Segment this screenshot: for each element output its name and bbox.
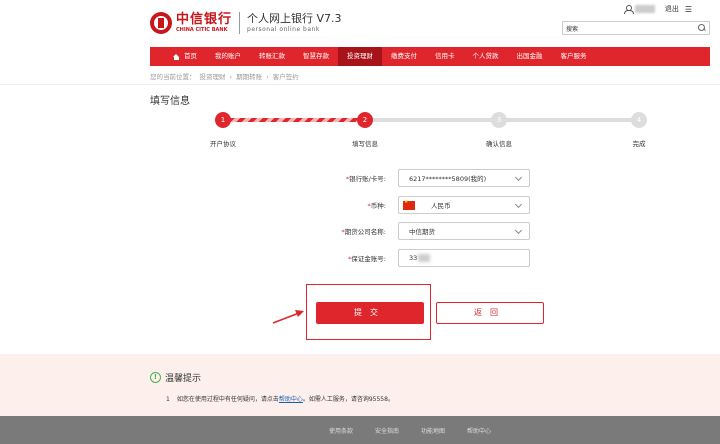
- account-select[interactable]: 6217********5809(我的): [398, 169, 530, 187]
- tips-text: 1 如您在使用过程中有任何疑问，请点击帮助中心。如需人工服务，请咨询95558。: [166, 396, 394, 403]
- company-select[interactable]: 中信期货: [398, 222, 530, 240]
- footer-link-terms[interactable]: 使用条款: [329, 426, 353, 435]
- step-circle-2: 2: [357, 112, 373, 128]
- system-subtitle: personal online bank: [247, 26, 320, 33]
- home-icon: [173, 53, 180, 60]
- step-connector: [371, 118, 493, 122]
- currency-row: *币种: 人民币: [280, 196, 530, 214]
- progress-steps: 1 2 3 4 开户协议 填写信息 确认信息 完成: [0, 111, 720, 151]
- step-circle-3: 3: [491, 112, 507, 128]
- currency-label: 币种:: [370, 202, 386, 210]
- account-label: 银行账/卡号:: [349, 175, 386, 183]
- footer: 使用条款 安全指南 功能地图 帮助中心: [0, 416, 720, 444]
- bank-name-en: CHINA CITIC BANK: [176, 27, 228, 33]
- masked-digits: [418, 254, 431, 262]
- nav-item-credit-card[interactable]: 信用卡: [426, 47, 464, 66]
- chevron-down-icon: [514, 173, 523, 182]
- breadcrumb: 您的当前位置： 投资理财 › 期期转账 › 客户签约: [150, 73, 299, 81]
- breadcrumb-item: 客户签约: [272, 73, 299, 81]
- info-icon: !: [150, 372, 161, 383]
- page-title: 填写信息: [150, 96, 190, 107]
- bank-name: 中信银行: [176, 12, 233, 27]
- margin-label: 保证金账号:: [351, 255, 386, 263]
- tips-title: 温馨提示: [165, 374, 202, 384]
- main-nav: 首页 我的账户 转账汇款 智慧存款 投资理财 缴费支付 信用卡 个人贷款 出国金…: [150, 47, 710, 66]
- step-label-1: 开户协议: [210, 140, 236, 148]
- nav-item-smart-deposit[interactable]: 智慧存款: [294, 47, 338, 66]
- user-icon: [623, 5, 634, 14]
- logout-link[interactable]: 退出: [665, 4, 679, 14]
- nav-item-my-account[interactable]: 我的账户: [206, 47, 250, 66]
- back-button[interactable]: 返回: [436, 302, 544, 324]
- tips-panel: ! 温馨提示 1 如您在使用过程中有任何疑问，请点击帮助中心。如需人工服务，请咨询…: [0, 354, 720, 416]
- breadcrumb-item[interactable]: 期期转账: [236, 73, 262, 81]
- submit-button[interactable]: 提交: [316, 302, 424, 324]
- search-input[interactable]: 搜索: [562, 21, 710, 35]
- breadcrumb-label: 您的当前位置：: [150, 73, 196, 81]
- company-row: *期货公司名称: 中信期货: [280, 222, 530, 240]
- margin-account-row: *保证金账号: 33: [280, 249, 530, 267]
- user-bar: 退出 ☰: [623, 4, 692, 14]
- company-label: 期货公司名称:: [344, 228, 386, 236]
- step-circle-1: 1: [215, 112, 231, 128]
- logo-divider: [239, 12, 241, 34]
- search-placeholder: 搜索: [566, 25, 579, 33]
- help-center-link[interactable]: 帮助中心: [279, 396, 303, 403]
- user-name: [634, 5, 655, 13]
- margin-account-input[interactable]: 33: [398, 249, 530, 267]
- footer-link-help[interactable]: 帮助中心: [467, 426, 491, 435]
- nav-item-home[interactable]: 首页: [164, 47, 206, 66]
- nav-item-customer-service[interactable]: 客户服务: [552, 47, 596, 66]
- step-label-3: 确认信息: [486, 140, 512, 148]
- arrow-icon: [272, 310, 304, 324]
- divider: [0, 84, 720, 85]
- footer-link-sitemap[interactable]: 功能地图: [421, 426, 445, 435]
- footer-link-security[interactable]: 安全指南: [375, 426, 399, 435]
- chevron-down-icon: [514, 226, 523, 235]
- nav-item-overseas[interactable]: 出国金融: [508, 47, 552, 66]
- menu-icon[interactable]: ☰: [685, 5, 692, 14]
- nav-item-payment[interactable]: 缴费支付: [382, 47, 426, 66]
- search-icon[interactable]: [698, 24, 706, 32]
- breadcrumb-item[interactable]: 投资理财: [200, 73, 226, 81]
- logo[interactable]: 中信银行 CHINA CITIC BANK 个人网上银行 V7.3 person…: [150, 10, 342, 36]
- chevron-down-icon: [514, 200, 523, 209]
- nav-item-loan[interactable]: 个人贷款: [464, 47, 508, 66]
- nav-item-transfer[interactable]: 转账汇款: [250, 47, 294, 66]
- citic-logo-icon: [150, 12, 172, 34]
- nav-item-investment[interactable]: 投资理财: [338, 47, 382, 66]
- account-row: *银行账/卡号: 6217********5809(我的): [280, 169, 530, 187]
- currency-select[interactable]: 人民币: [398, 196, 530, 214]
- step-connector: [229, 118, 359, 122]
- system-title: 个人网上银行 V7.3: [247, 12, 342, 25]
- step-label-2: 填写信息: [352, 140, 378, 148]
- china-flag-icon: [403, 199, 415, 210]
- step-label-4: 完成: [632, 140, 646, 148]
- header: 中信银行 CHINA CITIC BANK 个人网上银行 V7.3 person…: [0, 0, 720, 45]
- step-connector: [505, 118, 633, 122]
- step-circle-4: 4: [631, 112, 647, 128]
